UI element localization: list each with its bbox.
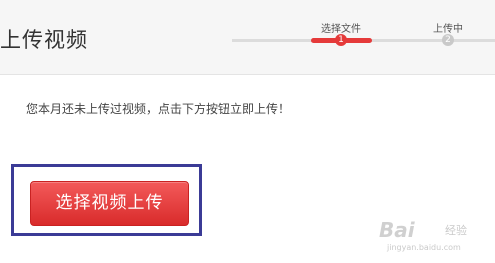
step-label-uploading: 上传中 — [433, 24, 463, 35]
step-label-select-file: 选择文件 — [321, 24, 361, 35]
upload-notice: 您本月还未上传过视频，点击下方按钮立即上传！ — [26, 102, 291, 116]
watermark-url: jingyan.baidu.com — [387, 243, 461, 252]
watermark-brand: Bai — [379, 218, 415, 242]
step-number-2: 2 — [442, 34, 454, 46]
step-number-1: 1 — [335, 34, 347, 46]
upload-steps: 选择文件 1 上传中 2 — [0, 0, 495, 74]
select-video-upload-button[interactable]: 选择视频上传 — [30, 181, 189, 226]
watermark-side: 经验 — [445, 224, 467, 237]
baidu-jingyan-watermark: Bai 经验 jingyan.baidu.com — [379, 218, 489, 258]
page-header: 上传视频 选择文件 1 上传中 2 — [0, 0, 495, 75]
